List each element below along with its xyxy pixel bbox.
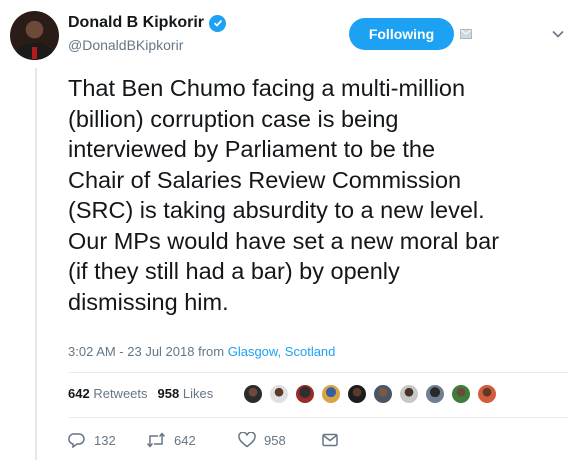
- liker-avatar[interactable]: [477, 384, 497, 404]
- retweet-count: 642: [174, 432, 196, 448]
- likes-stat[interactable]: 958 Likes: [158, 386, 214, 401]
- engagement-stats: 642 Retweets 958 Likes: [68, 386, 213, 401]
- liker-avatars: [243, 384, 503, 404]
- liker-avatar[interactable]: [399, 384, 419, 404]
- author-name-row[interactable]: Donald B Kipkorir: [68, 14, 227, 32]
- location-link[interactable]: Glasgow, Scotland: [228, 344, 336, 359]
- liker-avatar[interactable]: [451, 384, 471, 404]
- like-button[interactable]: 958: [238, 432, 322, 448]
- thread-line: [35, 68, 37, 460]
- following-button[interactable]: Following: [349, 18, 454, 50]
- divider: [68, 417, 568, 418]
- reply-button[interactable]: 132: [68, 432, 146, 448]
- timestamp[interactable]: 3:02 AM - 23 Jul 2018 from: [68, 344, 224, 359]
- chevron-down-icon[interactable]: [551, 27, 565, 41]
- liker-avatar[interactable]: [347, 384, 367, 404]
- divider: [68, 372, 568, 373]
- avatar[interactable]: [10, 11, 59, 60]
- reply-icon: [68, 433, 85, 448]
- liker-avatar[interactable]: [295, 384, 315, 404]
- retweet-icon: [146, 432, 166, 448]
- direct-message-icon: [322, 433, 338, 447]
- liker-avatar[interactable]: [425, 384, 445, 404]
- tweet-text: That Ben Chumo facing a multi-million (b…: [68, 75, 500, 315]
- verified-badge-icon: [209, 14, 227, 32]
- like-icon: [238, 432, 256, 448]
- retweets-stat[interactable]: 642 Retweets: [68, 386, 148, 401]
- direct-message-icon[interactable]: [460, 29, 472, 39]
- display-name[interactable]: Donald B Kipkorir: [68, 14, 204, 32]
- liker-avatar[interactable]: [269, 384, 289, 404]
- handle[interactable]: @DonaldBKipkorir: [68, 37, 183, 53]
- tweet-metadata: 3:02 AM - 23 Jul 2018 from Glasgow, Scot…: [68, 344, 335, 359]
- liker-avatar[interactable]: [243, 384, 263, 404]
- tweet-actions: 132 642 958: [68, 432, 338, 448]
- retweet-button[interactable]: 642: [146, 432, 238, 448]
- liker-avatar[interactable]: [321, 384, 341, 404]
- reply-count: 132: [94, 432, 116, 448]
- like-count: 958: [264, 432, 286, 448]
- liker-avatar[interactable]: [373, 384, 393, 404]
- direct-message-button[interactable]: [322, 433, 338, 447]
